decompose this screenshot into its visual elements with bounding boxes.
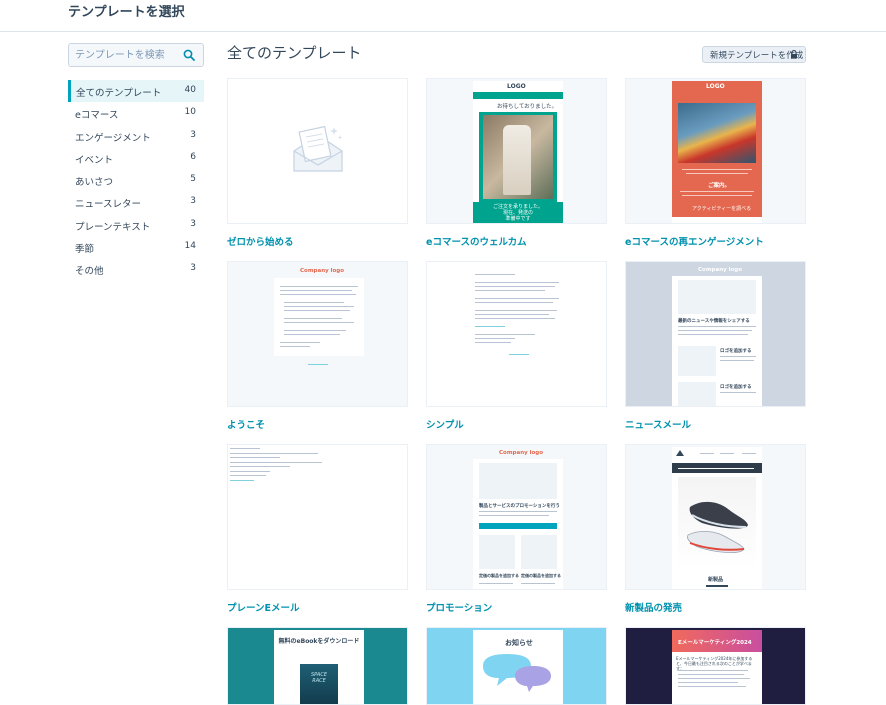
sidebar-item-count: 3 [190, 263, 196, 274]
sidebar-item-label: 季節 [75, 244, 95, 256]
sidebar-item-count: 6 [190, 151, 196, 162]
template-card-label: プロモーション [426, 603, 493, 614]
ebook-title: 無料のeBookをダウンロード [278, 638, 360, 645]
sidebar-item-count: 3 [190, 129, 196, 140]
template-card-label: eコマースのウェルカム [426, 237, 527, 248]
news-sub-heading: ロゴを追加する [720, 349, 752, 354]
sidebar-item-newsletter[interactable]: ニュースレター 3 [68, 191, 204, 213]
seminar-title: Eメールマーケティング2024 [678, 640, 752, 646]
sidebar-item-count: 3 [190, 196, 196, 207]
sidebar-item-all[interactable]: 全てのテンプレート 40 [68, 80, 204, 103]
logo-text: LOGO [706, 83, 725, 90]
logo-text: LOGO [507, 83, 526, 90]
create-template-button[interactable]: 新規テンプレートを作成 [702, 46, 806, 63]
template-card-label: ニュースメール [625, 420, 692, 431]
sidebar-item-count: 3 [190, 218, 196, 229]
sidebar-item-count: 40 [184, 85, 196, 95]
email-preview [274, 278, 364, 356]
product-caption: 新製品 [708, 577, 724, 583]
promo-item-heading: 定価の製品を追加する [479, 573, 519, 578]
sidebar-item-label: プレーンテキスト [75, 221, 151, 233]
template-search[interactable] [68, 43, 204, 67]
template-card-label: eコマースの再エンゲージメント [625, 237, 764, 248]
news-sub-heading: ロゴを追加する [720, 385, 752, 390]
email-preview: Eメールマーケティング2024 Eメールマーケティング2024年に参加すると、今… [672, 630, 762, 704]
sidebar-item-label: イベント [75, 154, 114, 166]
sidebar-item-other[interactable]: その他 3 [68, 258, 204, 280]
promo-heading: 製品とサービスのプロモーションを行う [479, 504, 560, 509]
email-preview: お知らせ [473, 630, 563, 704]
sidebar-item-count: 10 [184, 107, 196, 118]
template-thumbnail [426, 261, 607, 407]
template-card-label: ゼロから始める [227, 237, 294, 248]
template-thumbnail: 新製品 [625, 444, 806, 590]
page-title: テンプレートを選択 [68, 5, 185, 20]
template-thumbnail: 無料のeBookをダウンロード SPACE RACE [227, 627, 408, 705]
email-preview: LOGO ご案内。 アクティビティーを調べる [672, 81, 762, 223]
template-thumbnail: お知らせ [426, 627, 607, 705]
sidebar-item-label: その他 [75, 266, 104, 278]
template-thumbnail: LOGO お待ちしておりました。 ご注文を承りました。 現在、発送の 準備中です [426, 78, 607, 224]
template-thumbnail: LOGO ご案内。 アクティビティーを調べる [625, 78, 806, 224]
email-preview: LOGO お待ちしておりました。 ご注文を承りました。 現在、発送の 準備中です [473, 81, 563, 223]
promo-item-heading: 定価の製品を追加する [521, 573, 561, 578]
sidebar-item-count: 5 [190, 174, 196, 185]
main-title: 全てのテンプレート [227, 44, 362, 62]
template-thumbnail: Eメールマーケティング2024 Eメールマーケティング2024年に参加すると、今… [625, 627, 806, 705]
ebook-cover-title: SPACE RACE [310, 672, 327, 684]
template-thumbnail: Company logo [227, 261, 408, 407]
sidebar-item-seasonal[interactable]: 季節 14 [68, 236, 204, 258]
envelope-illustration-icon [293, 125, 343, 172]
welcome-heading: お待ちしておりました。 [497, 104, 558, 110]
sidebar-item-greeting[interactable]: あいさつ 5 [68, 169, 204, 191]
template-thumbnail: Company logo 製品とサービスのプロモーションを行う 定価の製品を追加… [426, 444, 607, 590]
search-icon[interactable] [183, 49, 195, 61]
sidebar-item-event[interactable]: イベント 6 [68, 147, 204, 169]
template-card-label: 新製品の発売 [625, 603, 683, 614]
top-bar: テンプレートを選択 [0, 0, 886, 32]
news-heading: 最新のニュースや情報をシェアする [678, 319, 750, 324]
logo-mark-icon [676, 450, 684, 456]
welcome-cta: ご注文を承りました。 現在、発送の 準備中です [493, 204, 544, 222]
sidebar-item-plain-text[interactable]: プレーンテキスト 3 [68, 214, 204, 236]
sneaker-image-icon [687, 501, 748, 553]
sidebar-item-engagement[interactable]: エンゲージメント 3 [68, 125, 204, 147]
sidebar-item-count: 14 [184, 241, 196, 252]
template-card-label: シンプル [426, 420, 464, 431]
sidebar-item-label: エンゲージメント [75, 132, 151, 144]
email-preview: 新製品 [672, 447, 762, 589]
sidebar-item-ecommerce[interactable]: eコマース 10 [68, 102, 204, 124]
speech-bubbles-icon [483, 654, 551, 692]
company-logo-text: Company logo [698, 267, 742, 273]
search-input[interactable] [69, 44, 179, 66]
company-logo-text: Company logo [300, 268, 344, 274]
template-thumbnail [227, 78, 408, 224]
template-thumbnail: Company logo 最新のニュースや情報をシェアする ロゴを追加する ロゴ… [625, 261, 806, 407]
email-preview: 無料のeBookをダウンロード SPACE RACE [274, 630, 364, 704]
template-thumbnail [227, 444, 408, 590]
seminar-text: Eメールマーケティング2024年に参加すると、今日最も注目される次のことが学べま… [676, 656, 753, 671]
sidebar-item-label: eコマース [75, 110, 119, 122]
sidebar-item-label: ニュースレター [75, 199, 142, 211]
company-logo-text: Company logo [499, 450, 543, 456]
reengage-cta: アクティビティーを調べる [692, 206, 752, 212]
sidebar-item-label: 全てのテンプレート [76, 88, 162, 99]
template-card-label: プレーンEメール [227, 603, 300, 614]
reengage-heading: ご案内。 [708, 183, 731, 189]
notice-title: お知らせ [505, 639, 533, 647]
template-card-label: ようこそ [227, 420, 266, 431]
sidebar-item-label: あいさつ [75, 177, 114, 189]
email-preview: 製品とサービスのプロモーションを行う 定価の製品を追加する 定価の製品を追加する [473, 459, 563, 589]
lock-icon [791, 50, 797, 59]
email-preview: 最新のニュースや情報をシェアする ロゴを追加する ロゴを追加する [672, 276, 762, 406]
category-sidebar: 全てのテンプレート 40 eコマース 10 エンゲージメント 3 イベント 6 … [68, 80, 204, 281]
